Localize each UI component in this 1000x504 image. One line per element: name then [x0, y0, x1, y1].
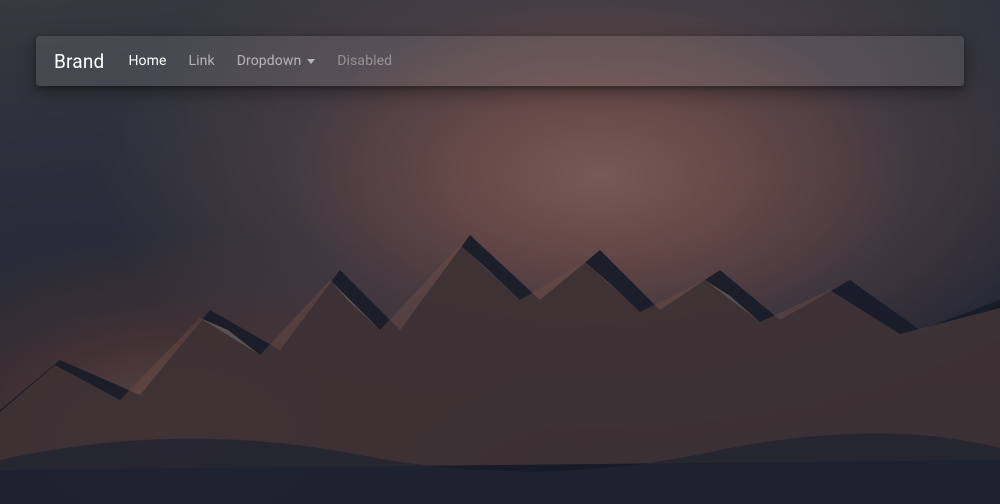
nav-link[interactable]: Link	[189, 53, 215, 69]
navbar-items: Home Link Dropdown Disabled	[128, 53, 392, 69]
hero-background: Brand Home Link Dropdown Disabled	[0, 0, 1000, 504]
nav-dropdown-label: Dropdown	[237, 53, 302, 69]
nav-home[interactable]: Home	[128, 53, 166, 69]
navbar: Brand Home Link Dropdown Disabled	[36, 36, 964, 86]
nav-disabled: Disabled	[337, 53, 392, 69]
caret-down-icon	[307, 59, 315, 64]
navbar-brand[interactable]: Brand	[54, 50, 104, 73]
nav-dropdown[interactable]: Dropdown	[237, 53, 316, 69]
